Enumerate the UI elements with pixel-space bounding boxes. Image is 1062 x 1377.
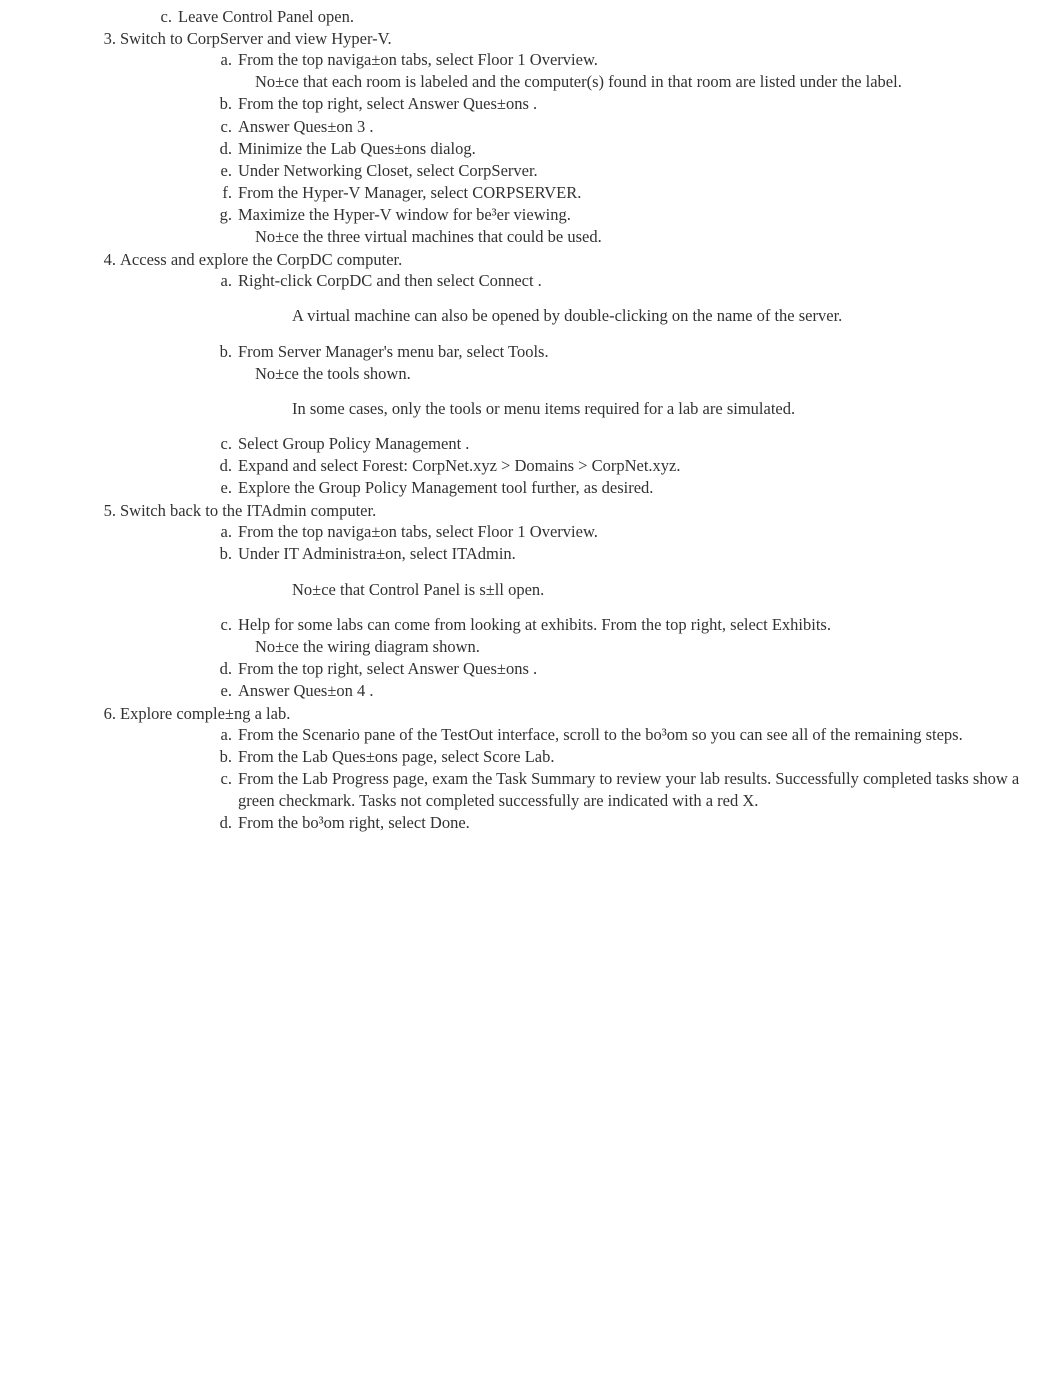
main-list: 3. Switch to CorpServer and view Hyper-V… — [60, 28, 1032, 833]
document-page: c. Leave Control Panel open. 3. Switch t… — [0, 0, 1062, 1377]
step3c: c. Answer Ques±on 3 . — [120, 116, 1032, 137]
step6c: c. From the Lab Progress page, exam the … — [120, 768, 1032, 810]
step3-text: Switch to CorpServer and view Hyper-V. — [120, 29, 392, 48]
step4d: d. Expand and select Forest: CorpNet.xyz… — [120, 455, 1032, 476]
step5b-note: No±ce that Control Panel is s±ll open. — [120, 579, 1032, 600]
step6a: a. From the Scenario pane of the TestOut… — [120, 724, 1032, 745]
step6d: d. From the bo³om right, select Done. — [120, 812, 1032, 833]
step2c-marker: c. — [156, 6, 172, 27]
step3a-text: From the top naviga±on tabs, select Floo… — [238, 50, 598, 69]
step3g-sub: No±ce the three virtual machines that co… — [120, 226, 1032, 247]
step5: 5. Switch back to the ITAdmin computer. … — [60, 500, 1032, 701]
step6b: b. From the Lab Ques±ons page, select Sc… — [120, 746, 1032, 767]
step5e: e. Answer Ques±on 4 . — [120, 680, 1032, 701]
step2c: c. Leave Control Panel open. — [60, 6, 1032, 27]
step6: 6. Explore comple±ng a lab. a. From the … — [60, 703, 1032, 833]
step3g: g. Maximize the Hyper-V window for be³er… — [120, 204, 1032, 225]
step2-sublist: c. Leave Control Panel open. — [60, 6, 1032, 27]
step2c-text: Leave Control Panel open. — [178, 7, 354, 26]
step3: 3. Switch to CorpServer and view Hyper-V… — [60, 28, 1032, 247]
step4e: e. Explore the Group Policy Management t… — [120, 477, 1032, 498]
step3-marker: 3. — [102, 28, 116, 49]
step5c: c. Help for some labs can come from look… — [120, 614, 1032, 635]
step3a-sub: No±ce that each room is labeled and the … — [120, 71, 1032, 92]
step5a: a. From the top naviga±on tabs, select F… — [120, 521, 1032, 542]
step5c-sub: No±ce the wiring diagram shown. — [120, 636, 1032, 657]
step5d: d. From the top right, select Answer Que… — [120, 658, 1032, 679]
step5b: b. Under IT Administra±on, select ITAdmi… — [120, 543, 1032, 564]
step3e: e. Under Networking Closet, select CorpS… — [120, 160, 1032, 181]
step3-sublist: a. From the top naviga±on tabs, select F… — [120, 49, 1032, 70]
step4a: a. Right-click CorpDC and then select Co… — [120, 270, 1032, 291]
step3b: b. From the top right, select Answer Que… — [120, 93, 1032, 114]
step3d: d. Minimize the Lab Ques±ons dialog. — [120, 138, 1032, 159]
step3f: f. From the Hyper-V Manager, select CORP… — [120, 182, 1032, 203]
step4b-sub: No±ce the tools shown. — [120, 363, 1032, 384]
step3a-marker: a. — [216, 49, 232, 70]
step4b: b. From Server Manager's menu bar, selec… — [120, 341, 1032, 362]
step4a-note: A virtual machine can also be opened by … — [120, 305, 1032, 326]
step3a: a. From the top naviga±on tabs, select F… — [120, 49, 1032, 70]
step4: 4. Access and explore the CorpDC compute… — [60, 249, 1032, 498]
step4b-note: In some cases, only the tools or menu it… — [120, 398, 1032, 419]
step4c: c. Select Group Policy Management . — [120, 433, 1032, 454]
